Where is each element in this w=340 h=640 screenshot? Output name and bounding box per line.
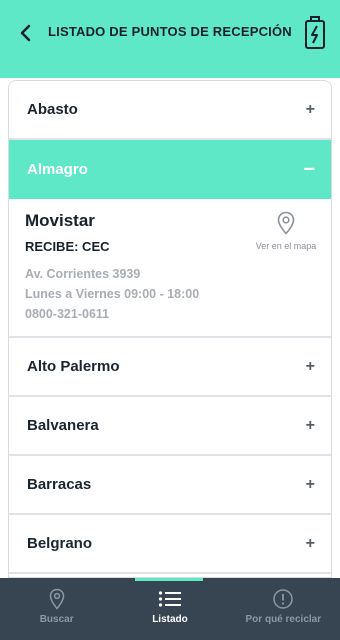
list-item-belgrano[interactable]: Belgrano + bbox=[9, 515, 331, 574]
list-item-label: Almagro bbox=[27, 161, 88, 178]
list-item-alto-palermo[interactable]: Alto Palermo + bbox=[9, 338, 331, 397]
tab-buscar[interactable]: Buscar bbox=[0, 578, 113, 640]
app-header: LISTADO DE PUNTOS DE RECEPCIÓN bbox=[0, 0, 340, 78]
expand-icon[interactable]: + bbox=[306, 358, 315, 376]
store-phone[interactable]: 0800-321-0611 bbox=[25, 304, 315, 324]
tab-label: Buscar bbox=[39, 614, 74, 625]
store-address: Av. Corrientes 3939 bbox=[25, 267, 141, 281]
list-item-label: Barracas bbox=[27, 476, 92, 493]
expand-icon[interactable]: + bbox=[306, 417, 315, 435]
tab-label: Por qué reciclar bbox=[245, 614, 322, 625]
battery-charging-icon bbox=[305, 16, 325, 49]
map-pin-icon bbox=[49, 588, 64, 610]
page-title: LISTADO DE PUNTOS DE RECEPCIÓN bbox=[48, 24, 292, 39]
map-pin-icon bbox=[277, 211, 295, 235]
list-item-abasto[interactable]: Abasto + bbox=[9, 81, 331, 140]
expand-icon[interactable]: + bbox=[306, 535, 315, 553]
bottom-tab-bar: Buscar Listado Por qué reciclar bbox=[0, 578, 340, 640]
reception-points-list[interactable]: Abasto + Almagro − Movistar RECIBE: CEC … bbox=[8, 80, 332, 578]
list-item-almagro[interactable]: Almagro − bbox=[9, 140, 331, 199]
list-item-label: Belgrano bbox=[27, 535, 93, 552]
expand-icon[interactable]: + bbox=[306, 476, 315, 494]
list-item-label: Balvanera bbox=[27, 417, 99, 434]
active-tab-indicator bbox=[135, 578, 204, 581]
chevron-left-icon bbox=[20, 24, 31, 42]
tab-listado[interactable]: Listado bbox=[113, 578, 226, 640]
tab-por-que-reciclar[interactable]: Por qué reciclar bbox=[227, 578, 340, 640]
collapse-icon[interactable]: − bbox=[303, 158, 315, 181]
expand-icon[interactable]: + bbox=[306, 101, 315, 119]
list-item-label: Abasto bbox=[27, 101, 78, 118]
view-on-map-link[interactable]: Ver en el mapa bbox=[255, 211, 317, 251]
info-icon bbox=[273, 589, 294, 609]
list-item-label: Alto Palermo bbox=[27, 358, 120, 375]
tab-label: Listado bbox=[152, 614, 188, 625]
list-icon bbox=[158, 591, 181, 607]
back-button[interactable] bbox=[14, 22, 36, 44]
reception-point-detail: Movistar RECIBE: CEC Av. Corrientes 3939… bbox=[9, 199, 331, 338]
view-on-map-label: Ver en el mapa bbox=[255, 241, 317, 251]
battery-button[interactable] bbox=[300, 14, 330, 52]
store-hours: Lunes a Viernes 09:00 - 18:00 bbox=[25, 287, 200, 301]
store-info: Av. Corrientes 3939 Lunes a Viernes 09:0… bbox=[25, 264, 315, 324]
list-item-barracas[interactable]: Barracas + bbox=[9, 456, 331, 515]
list-item-balvanera[interactable]: Balvanera + bbox=[9, 397, 331, 456]
